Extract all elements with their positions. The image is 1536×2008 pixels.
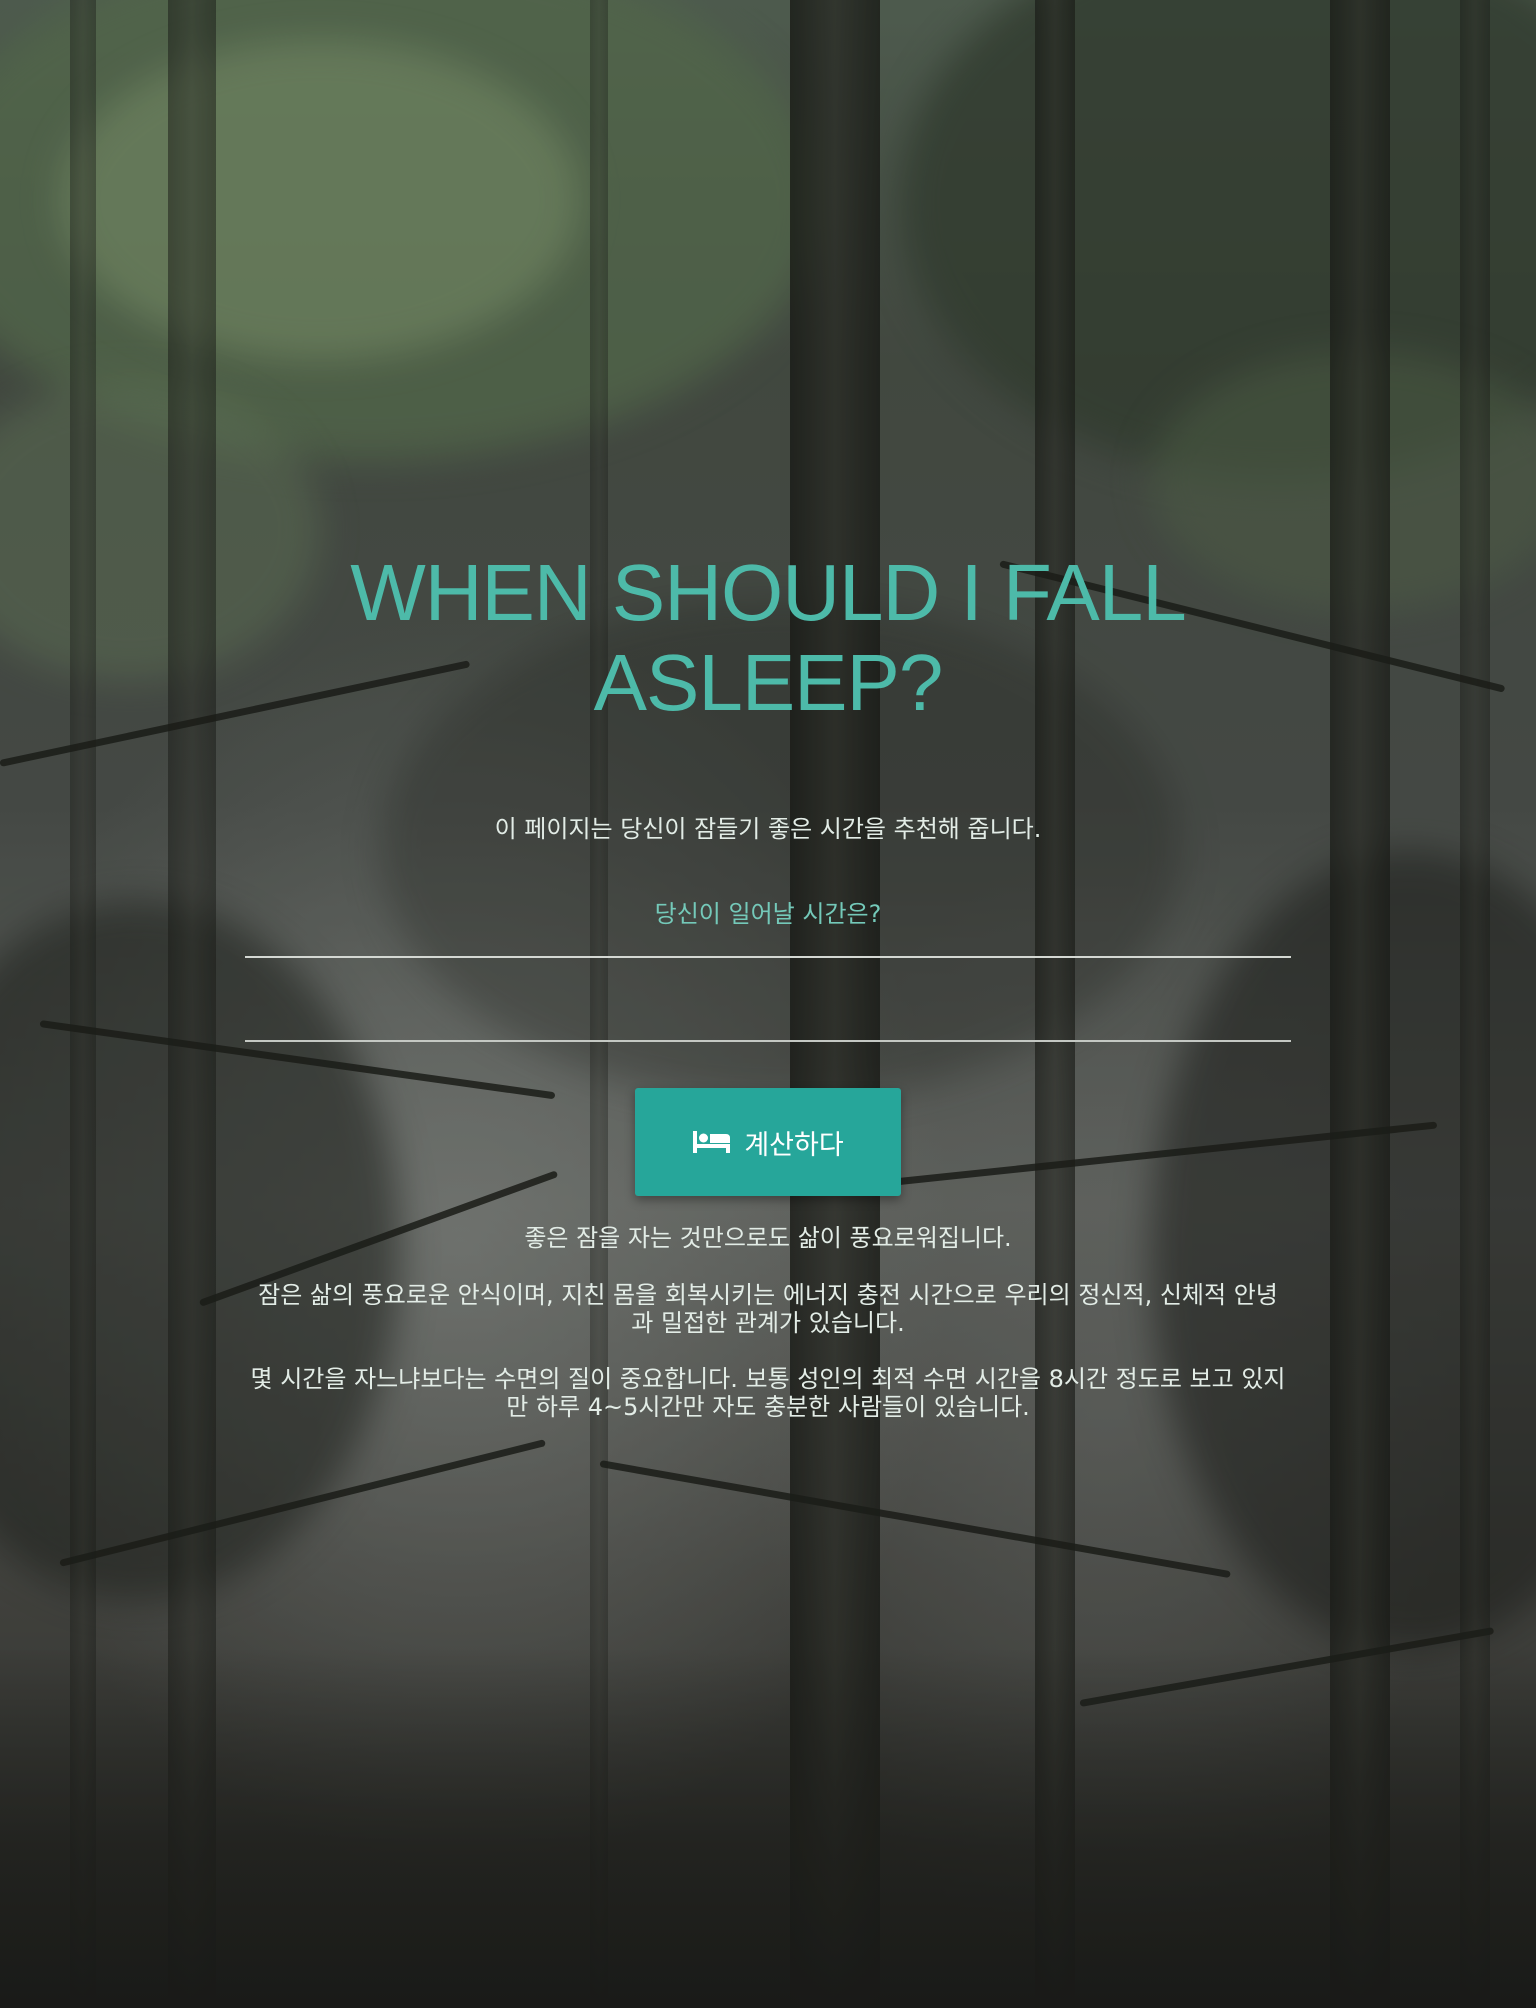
- calculate-button[interactable]: 계산하다: [635, 1088, 901, 1196]
- intro-text: 이 페이지는 당신이 잠들기 좋은 시간을 추천해 줍니다.: [494, 815, 1042, 843]
- wake-time-question: 당신이 일어날 시간은?: [654, 900, 882, 928]
- wake-time-input[interactable]: [245, 958, 1295, 1042]
- info-paragraph: 잠은 삶의 풍요로운 안식이며, 지친 몸을 회복시키는 에너지 충전 시간으로…: [258, 1281, 1278, 1337]
- calculate-button-label: 계산하다: [744, 1129, 844, 1161]
- wake-time-field[interactable]: [245, 956, 1295, 1042]
- bed-icon: [692, 1129, 732, 1155]
- page-title: WHEN SHOULD I FALL ASLEEP?: [350, 548, 1187, 727]
- info-paragraph: 좋은 잠을 자는 것만으로도 삶이 풍요로워집니다.: [524, 1224, 1012, 1252]
- info-paragraph: 몇 시간을 자느냐보다는 수면의 질이 중요합니다. 보통 성인의 최적 수면 …: [250, 1365, 1286, 1421]
